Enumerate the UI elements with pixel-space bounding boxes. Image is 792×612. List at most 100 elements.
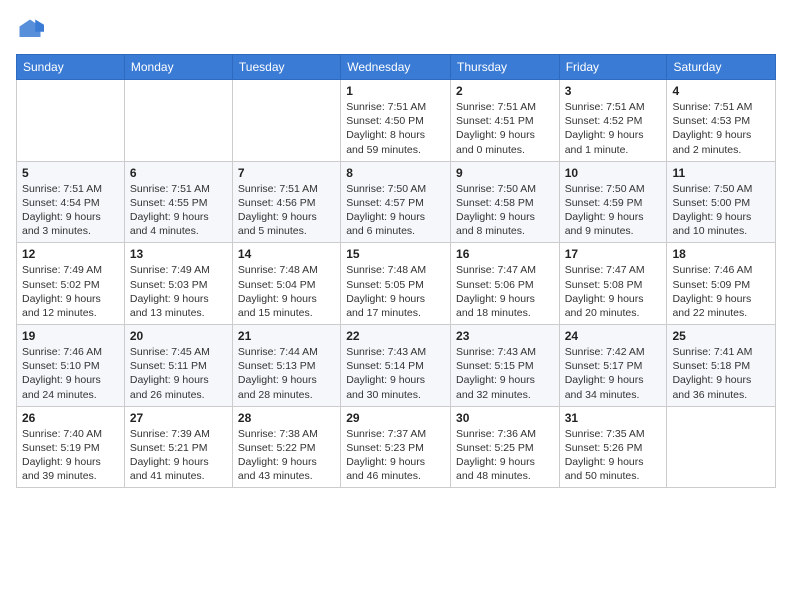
logo — [16, 16, 48, 44]
calendar-cell: 10 Sunrise: 7:50 AM Sunset: 4:59 PM Dayli… — [559, 161, 667, 243]
day-number: 12 — [22, 247, 119, 261]
calendar-cell: 12 Sunrise: 7:49 AM Sunset: 5:02 PM Dayli… — [17, 243, 125, 325]
calendar-cell: 18 Sunrise: 7:46 AM Sunset: 5:09 PM Dayli… — [667, 243, 776, 325]
calendar-table: SundayMondayTuesdayWednesdayThursdayFrid… — [16, 54, 776, 488]
page-header — [16, 16, 776, 44]
day-info: Sunrise: 7:37 AM Sunset: 5:23 PM Dayligh… — [346, 427, 445, 484]
calendar-cell: 9 Sunrise: 7:50 AM Sunset: 4:58 PM Daylig… — [451, 161, 560, 243]
day-of-week-header: Tuesday — [232, 55, 340, 80]
calendar-cell: 20 Sunrise: 7:45 AM Sunset: 5:11 PM Dayli… — [124, 325, 232, 407]
day-number: 4 — [672, 84, 770, 98]
day-number: 30 — [456, 411, 554, 425]
day-info: Sunrise: 7:49 AM Sunset: 5:02 PM Dayligh… — [22, 263, 119, 320]
calendar-cell: 4 Sunrise: 7:51 AM Sunset: 4:53 PM Daylig… — [667, 80, 776, 162]
day-number: 29 — [346, 411, 445, 425]
calendar-cell: 6 Sunrise: 7:51 AM Sunset: 4:55 PM Daylig… — [124, 161, 232, 243]
day-number: 18 — [672, 247, 770, 261]
day-info: Sunrise: 7:51 AM Sunset: 4:53 PM Dayligh… — [672, 100, 770, 157]
calendar-cell: 25 Sunrise: 7:41 AM Sunset: 5:18 PM Dayli… — [667, 325, 776, 407]
day-of-week-header: Wednesday — [341, 55, 451, 80]
day-info: Sunrise: 7:51 AM Sunset: 4:52 PM Dayligh… — [565, 100, 662, 157]
calendar-cell: 29 Sunrise: 7:37 AM Sunset: 5:23 PM Dayli… — [341, 406, 451, 488]
calendar-cell: 11 Sunrise: 7:50 AM Sunset: 5:00 PM Dayli… — [667, 161, 776, 243]
day-number: 15 — [346, 247, 445, 261]
calendar-cell: 13Sunrise: 7:49 AM Sunset: 5:03 PM Dayli… — [124, 243, 232, 325]
calendar-cell: 1Sunrise: 7:51 AM Sunset: 4:50 PM Daylig… — [341, 80, 451, 162]
calendar-cell: 15 Sunrise: 7:48 AM Sunset: 5:05 PM Dayli… — [341, 243, 451, 325]
day-info: Sunrise: 7:46 AM Sunset: 5:10 PM Dayligh… — [22, 345, 119, 402]
day-of-week-header: Saturday — [667, 55, 776, 80]
day-number: 25 — [672, 329, 770, 343]
calendar-cell: 31 Sunrise: 7:35 AM Sunset: 5:26 PM Dayli… — [559, 406, 667, 488]
day-number: 31 — [565, 411, 662, 425]
day-info: Sunrise: 7:49 AM Sunset: 5:03 PM Dayligh… — [130, 263, 227, 320]
day-info: Sunrise: 7:51 AM Sunset: 4:56 PM Dayligh… — [238, 182, 335, 239]
day-number: 17 — [565, 247, 662, 261]
day-info: Sunrise: 7:39 AM Sunset: 5:21 PM Dayligh… — [130, 427, 227, 484]
calendar-cell: 21 Sunrise: 7:44 AM Sunset: 5:13 PM Dayli… — [232, 325, 340, 407]
day-number: 2 — [456, 84, 554, 98]
day-info: Sunrise: 7:46 AM Sunset: 5:09 PM Dayligh… — [672, 263, 770, 320]
day-number: 28 — [238, 411, 335, 425]
day-info: Sunrise: 7:50 AM Sunset: 4:58 PM Dayligh… — [456, 182, 554, 239]
day-number: 14 — [238, 247, 335, 261]
day-of-week-header: Monday — [124, 55, 232, 80]
day-info: Sunrise: 7:47 AM Sunset: 5:08 PM Dayligh… — [565, 263, 662, 320]
day-info: Sunrise: 7:38 AM Sunset: 5:22 PM Dayligh… — [238, 427, 335, 484]
day-info: Sunrise: 7:50 AM Sunset: 4:57 PM Dayligh… — [346, 182, 445, 239]
day-of-week-header: Sunday — [17, 55, 125, 80]
day-number: 7 — [238, 166, 335, 180]
calendar-cell: 2 Sunrise: 7:51 AM Sunset: 4:51 PM Daylig… — [451, 80, 560, 162]
day-info: Sunrise: 7:48 AM Sunset: 5:05 PM Dayligh… — [346, 263, 445, 320]
calendar-cell: 22 Sunrise: 7:43 AM Sunset: 5:14 PM Dayli… — [341, 325, 451, 407]
day-number: 3 — [565, 84, 662, 98]
day-info: Sunrise: 7:50 AM Sunset: 4:59 PM Dayligh… — [565, 182, 662, 239]
day-info: Sunrise: 7:35 AM Sunset: 5:26 PM Dayligh… — [565, 427, 662, 484]
calendar-cell: 27 Sunrise: 7:39 AM Sunset: 5:21 PM Dayli… — [124, 406, 232, 488]
day-number: 26 — [22, 411, 119, 425]
day-number: 9 — [456, 166, 554, 180]
day-info: Sunrise: 7:48 AM Sunset: 5:04 PM Dayligh… — [238, 263, 335, 320]
logo-icon — [16, 16, 44, 44]
day-number: 27 — [130, 411, 227, 425]
day-info: Sunrise: 7:50 AM Sunset: 5:00 PM Dayligh… — [672, 182, 770, 239]
calendar-cell: 14 Sunrise: 7:48 AM Sunset: 5:04 PM Dayli… — [232, 243, 340, 325]
day-info: Sunrise: 7:40 AM Sunset: 5:19 PM Dayligh… — [22, 427, 119, 484]
calendar-cell: 8Sunrise: 7:50 AM Sunset: 4:57 PM Daylig… — [341, 161, 451, 243]
calendar-cell: 26 Sunrise: 7:40 AM Sunset: 5:19 PM Dayli… — [17, 406, 125, 488]
day-info: Sunrise: 7:51 AM Sunset: 4:55 PM Dayligh… — [130, 182, 227, 239]
day-number: 24 — [565, 329, 662, 343]
day-number: 11 — [672, 166, 770, 180]
calendar-cell — [667, 406, 776, 488]
calendar-cell: 24Sunrise: 7:42 AM Sunset: 5:17 PM Dayli… — [559, 325, 667, 407]
day-number: 10 — [565, 166, 662, 180]
day-number: 23 — [456, 329, 554, 343]
day-number: 19 — [22, 329, 119, 343]
day-info: Sunrise: 7:44 AM Sunset: 5:13 PM Dayligh… — [238, 345, 335, 402]
calendar-cell: 28 Sunrise: 7:38 AM Sunset: 5:22 PM Dayli… — [232, 406, 340, 488]
day-info: Sunrise: 7:36 AM Sunset: 5:25 PM Dayligh… — [456, 427, 554, 484]
calendar-cell: 23Sunrise: 7:43 AM Sunset: 5:15 PM Dayli… — [451, 325, 560, 407]
calendar-cell: 3 Sunrise: 7:51 AM Sunset: 4:52 PM Daylig… — [559, 80, 667, 162]
day-number: 5 — [22, 166, 119, 180]
day-number: 16 — [456, 247, 554, 261]
calendar-cell — [17, 80, 125, 162]
calendar-cell: 5 Sunrise: 7:51 AM Sunset: 4:54 PM Daylig… — [17, 161, 125, 243]
day-info: Sunrise: 7:51 AM Sunset: 4:54 PM Dayligh… — [22, 182, 119, 239]
day-number: 21 — [238, 329, 335, 343]
day-number: 20 — [130, 329, 227, 343]
day-number: 22 — [346, 329, 445, 343]
calendar-cell: 7 Sunrise: 7:51 AM Sunset: 4:56 PM Daylig… — [232, 161, 340, 243]
calendar-cell: 30 Sunrise: 7:36 AM Sunset: 5:25 PM Dayli… — [451, 406, 560, 488]
day-info: Sunrise: 7:45 AM Sunset: 5:11 PM Dayligh… — [130, 345, 227, 402]
calendar-cell — [232, 80, 340, 162]
day-info: Sunrise: 7:43 AM Sunset: 5:14 PM Dayligh… — [346, 345, 445, 402]
calendar-cell: 17 Sunrise: 7:47 AM Sunset: 5:08 PM Dayli… — [559, 243, 667, 325]
day-of-week-header: Friday — [559, 55, 667, 80]
day-info: Sunrise: 7:41 AM Sunset: 5:18 PM Dayligh… — [672, 345, 770, 402]
day-number: 6 — [130, 166, 227, 180]
day-info: Sunrise: 7:47 AM Sunset: 5:06 PM Dayligh… — [456, 263, 554, 320]
day-info: Sunrise: 7:51 AM Sunset: 4:51 PM Dayligh… — [456, 100, 554, 157]
calendar-cell: 16 Sunrise: 7:47 AM Sunset: 5:06 PM Dayli… — [451, 243, 560, 325]
day-number: 1 — [346, 84, 445, 98]
